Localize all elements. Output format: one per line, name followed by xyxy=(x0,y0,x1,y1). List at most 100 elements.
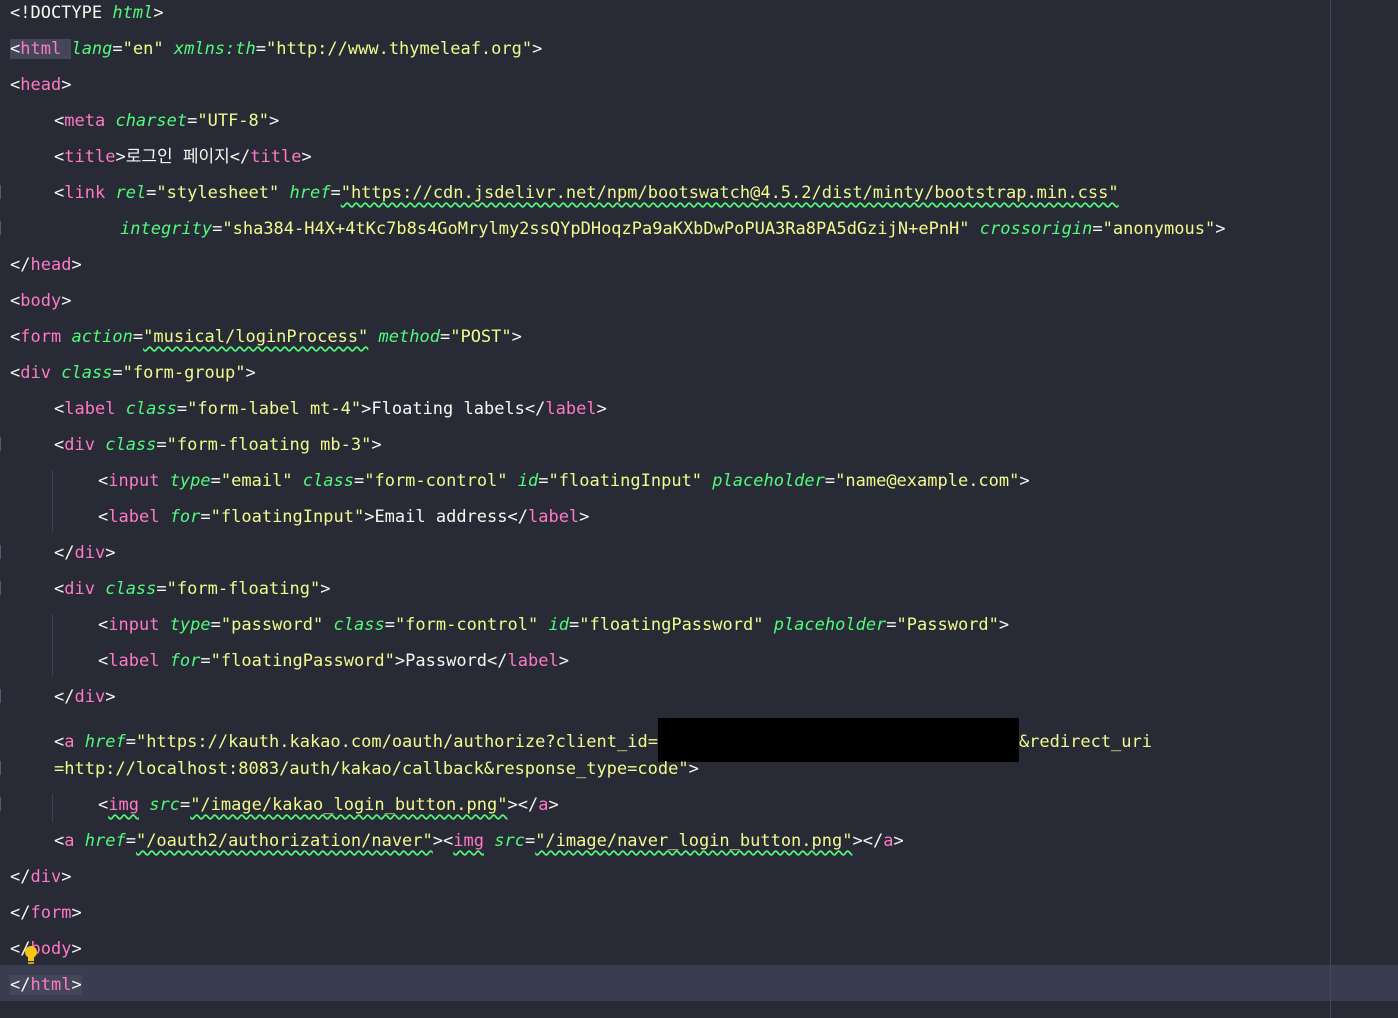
code-editor[interactable]: <!DOCTYPE html> <html lang="en" xmlns:th… xyxy=(0,0,1398,1018)
attr-value-continued: =http://localhost:8083/auth/kakao/callba… xyxy=(54,759,689,779)
code-line-20[interactable]: </div> xyxy=(54,684,115,720)
attr-name: charset xyxy=(115,111,188,131)
tag-name: label xyxy=(108,507,160,527)
code-line-8[interactable]: </head> xyxy=(10,252,82,288)
code-line-16[interactable]: </div> xyxy=(54,540,115,576)
attr-value: "password" xyxy=(220,615,324,635)
fold-marker[interactable] xyxy=(0,581,9,595)
text-content: 로그인 페이지 xyxy=(125,147,230,167)
code-line-21[interactable]: <a href="https://kauth.kakao.com/oauth/a… xyxy=(54,718,1152,762)
tag-name: head xyxy=(30,255,72,275)
attr-value: "form-floating mb-3" xyxy=(166,435,372,455)
tag-name: link xyxy=(64,183,106,203)
lightbulb-icon[interactable] xyxy=(22,944,40,966)
tag-name: label xyxy=(507,651,559,671)
code-line-24[interactable]: <a href="/oauth2/authorization/naver"><i… xyxy=(54,828,904,864)
attr-value-continued: &redirect_uri xyxy=(1018,732,1152,752)
current-line-highlight xyxy=(0,965,1398,1001)
fold-marker[interactable] xyxy=(0,797,9,811)
code-line-12[interactable]: <label class="form-label mt-4">Floating … xyxy=(54,396,607,432)
fold-marker[interactable] xyxy=(0,185,9,199)
attr-name: rel xyxy=(115,183,147,203)
code-line-26[interactable]: </form> xyxy=(10,900,82,936)
code-line-19[interactable]: <label for="floatingPassword">Password</… xyxy=(98,648,569,684)
tag-name: img xyxy=(108,795,139,815)
tag-name: div xyxy=(74,543,106,563)
text-content: Floating labels xyxy=(371,399,525,419)
tag-name: div xyxy=(30,867,62,887)
attr-value: "en" xyxy=(122,39,164,59)
code-line-5[interactable]: <title>로그인 페이지</title> xyxy=(54,144,312,180)
attr-value: "http://www.thymeleaf.org" xyxy=(266,39,533,59)
code-line-2[interactable]: <html lang="en" xmlns:th="http://www.thy… xyxy=(10,36,542,72)
attr-value: "/oauth2/authorization/naver" xyxy=(135,831,433,851)
indent-guide xyxy=(52,470,53,532)
code-line-1[interactable]: <!DOCTYPE html> xyxy=(10,0,164,36)
attr-value: "floatingInput" xyxy=(548,471,703,491)
attr-value: "anonymous" xyxy=(1102,219,1216,239)
attr-name: crossorigin xyxy=(979,219,1093,239)
tag-name: a xyxy=(883,831,894,851)
indent-guide xyxy=(52,614,53,676)
code-line-23[interactable]: <img src="/image/kakao_login_button.png"… xyxy=(98,792,559,828)
code-line-28[interactable]: </html> xyxy=(10,972,82,1008)
tag-name: form xyxy=(20,327,62,347)
attr-value: "POST" xyxy=(450,327,512,347)
code-line-17[interactable]: <div class="form-floating"> xyxy=(54,576,330,612)
attr-name: type xyxy=(169,615,211,635)
fold-marker[interactable] xyxy=(0,221,9,235)
attr-name: src xyxy=(149,795,180,815)
code-line-27[interactable]: </body> xyxy=(10,936,82,972)
attr-value: "/image/naver_login_button.png" xyxy=(535,831,853,851)
attr-name: href xyxy=(84,732,126,752)
redacted-client-id xyxy=(657,718,1019,762)
fold-marker[interactable] xyxy=(0,437,9,451)
attr-value: "name@example.com" xyxy=(835,471,1020,491)
code-line-11[interactable]: <div class="form-group"> xyxy=(10,360,256,396)
code-line-22[interactable]: =http://localhost:8083/auth/kakao/callba… xyxy=(54,756,699,792)
code-line-18[interactable]: <input type="password" class="form-contr… xyxy=(98,612,1009,648)
tag-name: label xyxy=(108,651,160,671)
fold-marker[interactable] xyxy=(0,545,9,559)
attr-name: src xyxy=(494,831,525,851)
tag-name: form xyxy=(30,903,72,923)
code-line-10[interactable]: <form action="musical/loginProcess" meth… xyxy=(10,324,522,360)
attr-name: href xyxy=(84,831,126,851)
attr-name: xmlns:th xyxy=(173,39,256,59)
attr-name: id xyxy=(548,615,569,635)
tag-name: head xyxy=(20,75,62,95)
code-line-3[interactable]: <head> xyxy=(10,72,71,108)
attr-value: "form-floating" xyxy=(166,579,321,599)
attr-value: "form-group" xyxy=(122,363,246,383)
code-line-13[interactable]: <div class="form-floating mb-3"> xyxy=(54,432,382,468)
code-line-6[interactable]: <link rel="stylesheet" href="https://cdn… xyxy=(54,180,1119,216)
code-line-15[interactable]: <label for="floatingInput">Email address… xyxy=(98,504,589,540)
code-line-25[interactable]: </div> xyxy=(10,864,71,900)
attr-name: for xyxy=(169,651,201,671)
right-margin-guide xyxy=(1330,0,1331,1018)
attr-value: "https://cdn.jsdelivr.net/npm/bootswatch… xyxy=(340,183,1119,203)
attr-name: integrity xyxy=(120,219,213,239)
code-line-9[interactable]: <body> xyxy=(10,288,71,324)
tag-name: html xyxy=(20,39,62,59)
attr-name: placeholder xyxy=(712,471,825,491)
attr-value: "/image/kakao_login_button.png" xyxy=(190,795,508,815)
code-line-4[interactable]: <meta charset="UTF-8"> xyxy=(54,108,279,144)
tag-name: div xyxy=(74,687,106,707)
attr-name: for xyxy=(169,507,201,527)
tag-name: input xyxy=(108,471,160,491)
tag-name: label xyxy=(64,399,116,419)
attr-name: href xyxy=(289,183,331,203)
code-line-7[interactable]: integrity="sha384-H4X+4tKc7b8s4GoMrylmy2… xyxy=(120,216,1225,252)
attr-value: "musical/loginProcess" xyxy=(143,327,369,347)
tag-name: div xyxy=(20,363,51,383)
attr-value: "email" xyxy=(220,471,293,491)
attr-value: "form-control" xyxy=(394,615,539,635)
fold-marker[interactable] xyxy=(0,761,9,775)
fold-marker[interactable] xyxy=(0,689,9,703)
attr-name: class xyxy=(302,471,354,491)
text-content: Password xyxy=(405,651,488,671)
code-line-14[interactable]: <input type="email" class="form-control"… xyxy=(98,468,1030,504)
tag-name: div xyxy=(64,435,95,455)
indent-guide xyxy=(52,794,53,822)
